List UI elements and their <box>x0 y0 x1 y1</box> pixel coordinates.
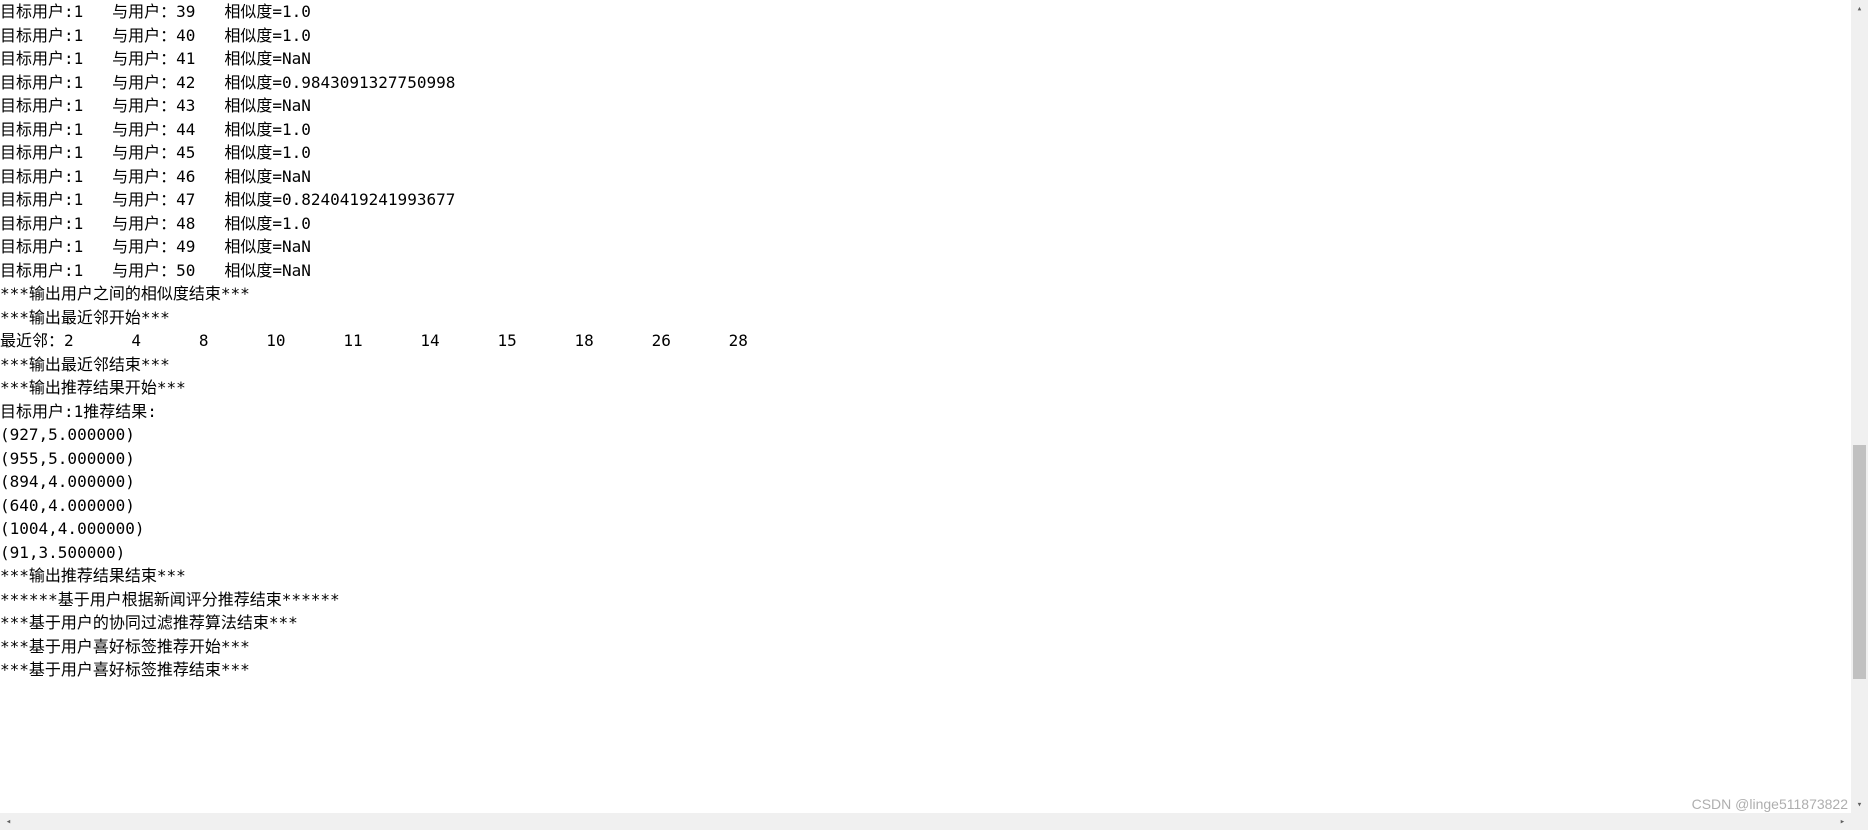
recommendation-item: (955,5.000000) <box>0 447 1851 471</box>
scroll-left-arrow[interactable]: ◂ <box>0 813 17 830</box>
vertical-scroll-thumb[interactable] <box>1853 445 1866 679</box>
section-tag-start: ***基于用户喜好标签推荐开始*** <box>0 635 1851 659</box>
recommendation-item: (1004,4.000000) <box>0 517 1851 541</box>
recommendation-header: 目标用户:1推荐结果: <box>0 400 1851 424</box>
similarity-row: 目标用户:1 与用户：44 相似度=1.0 <box>0 118 1851 142</box>
vertical-scroll-track[interactable] <box>1851 17 1868 796</box>
similarity-row: 目标用户:1 与用户：50 相似度=NaN <box>0 259 1851 283</box>
similarity-row: 目标用户:1 与用户：48 相似度=1.0 <box>0 212 1851 236</box>
horizontal-scrollbar[interactable]: ◂ ▸ <box>0 813 1851 830</box>
similarity-row: 目标用户:1 与用户：49 相似度=NaN <box>0 235 1851 259</box>
scroll-right-arrow[interactable]: ▸ <box>1834 813 1851 830</box>
similarity-row: 目标用户:1 与用户：46 相似度=NaN <box>0 165 1851 189</box>
nearest-neighbors-line: 最近邻：2 4 8 10 11 14 15 18 26 28 <box>0 329 1851 353</box>
recommendation-item: (927,5.000000) <box>0 423 1851 447</box>
section-news-rating-end: ******基于用户根据新闻评分推荐结束****** <box>0 588 1851 612</box>
section-similarity-end: ***输出用户之间的相似度结束*** <box>0 282 1851 306</box>
recommendation-item: (894,4.000000) <box>0 470 1851 494</box>
similarity-row: 目标用户:1 与用户：39 相似度=1.0 <box>0 0 1851 24</box>
section-cf-end: ***基于用户的协同过滤推荐算法结束*** <box>0 611 1851 635</box>
recommendation-item: (91,3.500000) <box>0 541 1851 565</box>
scroll-up-arrow[interactable]: ▴ <box>1851 0 1868 17</box>
console-output: 目标用户:1 与用户：39 相似度=1.0目标用户:1 与用户：40 相似度=1… <box>0 0 1851 813</box>
section-nn-start: ***输出最近邻开始*** <box>0 306 1851 330</box>
similarity-row: 目标用户:1 与用户：45 相似度=1.0 <box>0 141 1851 165</box>
vertical-scrollbar[interactable]: ▴ ▾ <box>1851 0 1868 813</box>
section-nn-end: ***输出最近邻结束*** <box>0 353 1851 377</box>
recommendation-item: (640,4.000000) <box>0 494 1851 518</box>
scroll-down-arrow[interactable]: ▾ <box>1851 796 1868 813</box>
scrollbar-corner <box>1851 813 1868 830</box>
similarity-row: 目标用户:1 与用户：41 相似度=NaN <box>0 47 1851 71</box>
similarity-row: 目标用户:1 与用户：43 相似度=NaN <box>0 94 1851 118</box>
section-rec-start: ***输出推荐结果开始*** <box>0 376 1851 400</box>
section-tag-end: ***基于用户喜好标签推荐结束*** <box>0 658 1851 682</box>
section-rec-end: ***输出推荐结果结束*** <box>0 564 1851 588</box>
similarity-row: 目标用户:1 与用户：40 相似度=1.0 <box>0 24 1851 48</box>
similarity-row: 目标用户:1 与用户：47 相似度=0.8240419241993677 <box>0 188 1851 212</box>
similarity-row: 目标用户:1 与用户：42 相似度=0.9843091327750998 <box>0 71 1851 95</box>
